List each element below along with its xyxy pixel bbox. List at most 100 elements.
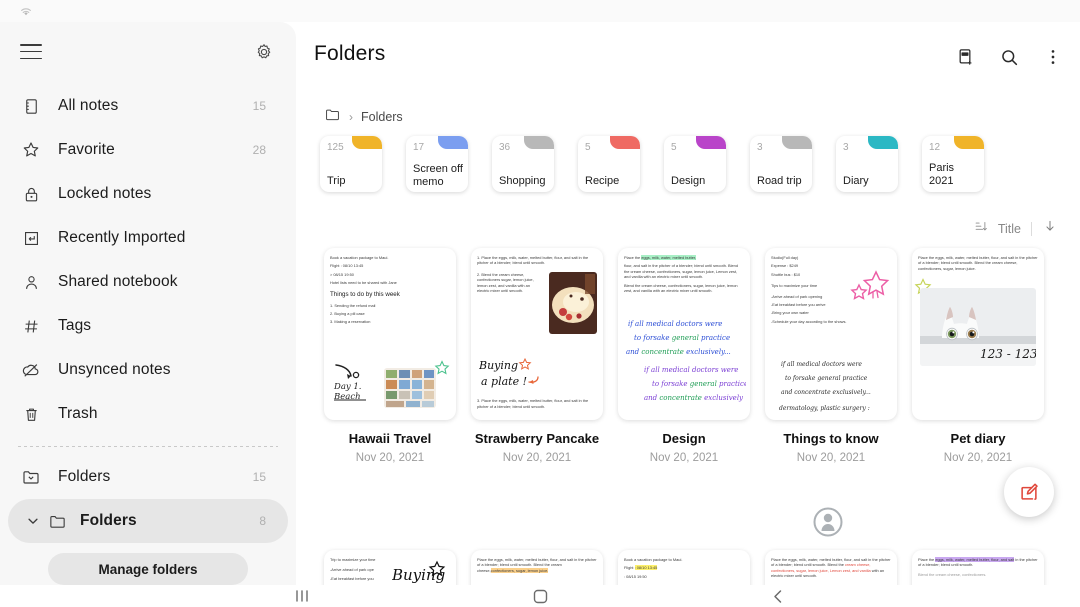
folder-chip-trip[interactable]: 125 Trip — [320, 136, 382, 192]
star-icon — [20, 139, 42, 161]
svg-text:and concentrate exclusively...: and concentrate exclusively... — [626, 348, 731, 356]
sidebar-item-tags[interactable]: Tags — [8, 304, 288, 348]
create-note-fab[interactable] — [1004, 467, 1054, 517]
svg-text:Day 1.: Day 1. — [333, 382, 362, 392]
folder-check-icon — [20, 466, 42, 488]
folder-chip-screen-off-memo[interactable]: 17 Screen off memo — [406, 136, 468, 192]
note-date: Nov 20, 2021 — [618, 452, 750, 464]
note-item[interactable]: Studio(Full day) Expense : $249 Shuttle … — [765, 248, 897, 464]
folder-chip-name: Recipe — [585, 175, 636, 188]
note-preview-card[interactable]: Place the eggs, milk, water, melted butt… — [618, 248, 750, 420]
svg-text:and concentrate exclusively...: and concentrate exclusively... — [781, 389, 871, 396]
note-line: : 08/15 19:50 — [624, 574, 744, 579]
home-icon — [533, 589, 548, 604]
folder-chip-design[interactable]: 5 Design — [664, 136, 726, 192]
sidebar-item-folders-root[interactable]: Folders 15 — [8, 455, 288, 499]
breadcrumb-current[interactable]: Folders — [361, 110, 403, 124]
sidebar-item-unsynced-notes[interactable]: Unsynced notes — [8, 348, 288, 392]
hamburger-icon[interactable] — [20, 44, 42, 60]
sort-icon[interactable] — [973, 219, 988, 239]
highlighted-text: confectioners, sugar, lemon juice. — [491, 568, 549, 573]
folder-chip-recipe[interactable]: 5 Recipe — [578, 136, 640, 192]
arrow-down-icon[interactable] — [1042, 218, 1058, 239]
folder-chip-count: 5 — [671, 142, 677, 153]
note-item[interactable]: Book a vacation package to Maui. Flight … — [324, 248, 456, 464]
sort-label[interactable]: Title — [998, 222, 1021, 236]
sidebar-item-trash[interactable]: Trash — [8, 392, 288, 436]
svg-text:if all medical doctors were: if all medical doctors were — [628, 320, 722, 328]
note-line: Expense : $249 — [771, 263, 891, 268]
sidebar-item-locked-notes[interactable]: Locked notes — [8, 172, 288, 216]
sidebar-item-shared-notebook[interactable]: Shared notebook — [8, 260, 288, 304]
main-content: Folders › Folders — [296, 22, 1080, 585]
note-line: > 08/15 19:50 — [330, 272, 450, 277]
home-button[interactable] — [510, 585, 570, 607]
note-title: Design — [618, 430, 750, 447]
note-preview-card[interactable]: Studio(Full day) Expense : $249 Shuttle … — [765, 248, 897, 420]
main-header: Folders — [296, 22, 1080, 90]
folder-chip-name: Design — [671, 175, 722, 188]
sidebar-item-recently-imported[interactable]: Recently Imported — [8, 216, 288, 260]
note-title: Things to know — [765, 430, 897, 447]
gear-icon[interactable] — [254, 42, 274, 62]
svg-text:if all medical doctors were: if all medical doctors were — [644, 366, 738, 374]
note-line: 1. Sending the refund mail — [330, 303, 450, 308]
note-preview-card[interactable]: Book a vacation package to Maui. Flight … — [324, 248, 456, 420]
note-line: 3. Making a reservation — [330, 319, 450, 324]
handwriting-text: Buying — [392, 566, 445, 584]
highlighted-text: eggs, milk, water, melted butter, flour,… — [935, 557, 1014, 562]
manage-folders-button[interactable]: Manage folders — [48, 553, 248, 585]
note-preview-card[interactable]: Place the eggs, milk, water, melted butt… — [912, 248, 1044, 420]
chevron-down-icon[interactable] — [26, 514, 40, 528]
folder-chip-name: Shopping — [499, 175, 550, 188]
crepe-photo — [549, 272, 597, 334]
recents-icon — [294, 589, 310, 603]
svg-text:and concentrate exclusively: and concentrate exclusively — [644, 394, 744, 402]
sidebar-item-count: 15 — [253, 99, 266, 113]
sidebar-item-label: Locked notes — [58, 185, 151, 203]
more-options-icon[interactable] — [1042, 46, 1064, 68]
pdf-import-icon[interactable] — [954, 46, 976, 68]
sidebar-item-folders-sub[interactable]: Folders 8 — [8, 499, 288, 543]
folder-chip-road-trip[interactable]: 3 Road trip — [750, 136, 812, 192]
sort-row: Title — [973, 218, 1058, 239]
sidebar-item-label: Shared notebook — [58, 273, 178, 291]
note-title: Hawaii Travel — [324, 430, 456, 447]
sidebar-item-label: Unsynced notes — [58, 361, 171, 379]
sidebar-item-label: Folders — [58, 468, 110, 486]
person-icon — [20, 271, 42, 293]
folder-chip-diary[interactable]: 3 Diary — [836, 136, 898, 192]
folder-color-tab — [868, 136, 898, 149]
folder-chip-count: 125 — [327, 142, 344, 153]
note-line: Place the eggs, milk, water, melted butt… — [477, 557, 597, 573]
folder-icon[interactable] — [324, 106, 341, 128]
sidebar-header — [0, 22, 296, 84]
handwriting-annotation: Day 1. Beach — [332, 359, 378, 408]
folder-color-tab — [954, 136, 984, 149]
sidebar-item-favorite[interactable]: Favorite 28 — [8, 128, 288, 172]
note-line: Blend the cream cheese, confectioners, s… — [624, 283, 744, 294]
breadcrumb-separator: › — [349, 110, 353, 124]
note-item[interactable]: Place the eggs, milk, water, melted butt… — [912, 248, 1044, 464]
folder-color-tab — [438, 136, 468, 149]
folder-chip-list: 125 Trip 17 Screen off memo 36 Shopping … — [320, 136, 984, 192]
folder-chip-count: 36 — [499, 142, 510, 153]
sidebar-item-label: Favorite — [58, 141, 115, 159]
note-item[interactable]: Place the eggs, milk, water, melted butt… — [618, 248, 750, 464]
folder-icon — [46, 510, 68, 532]
back-button[interactable] — [748, 585, 808, 607]
folder-chip-name: Screen off memo — [413, 163, 464, 188]
note-text-fragment: Flight — [624, 565, 635, 570]
note-text-fragment: Place the — [624, 255, 641, 260]
search-icon[interactable] — [998, 46, 1020, 68]
handwriting-ink: if all medical doctors were to forsake g… — [624, 314, 746, 415]
sidebar-item-all-notes[interactable]: All notes 15 — [8, 84, 288, 128]
folder-chip-shopping[interactable]: 36 Shopping — [492, 136, 554, 192]
note-line: 2. Blend the cream cheese, confectioners… — [477, 272, 539, 294]
note-item[interactable]: 1. Place the eggs, milk, water, melted b… — [471, 248, 603, 464]
folder-chip-paris-2021[interactable]: 12 Paris 2021 — [922, 136, 984, 192]
note-line: Place the eggs, milk, water, melted butt… — [771, 557, 891, 579]
recents-button[interactable] — [272, 585, 332, 607]
note-line: Book a vacation package to Maui. — [330, 255, 450, 260]
note-preview-card[interactable]: 1. Place the eggs, milk, water, melted b… — [471, 248, 603, 420]
